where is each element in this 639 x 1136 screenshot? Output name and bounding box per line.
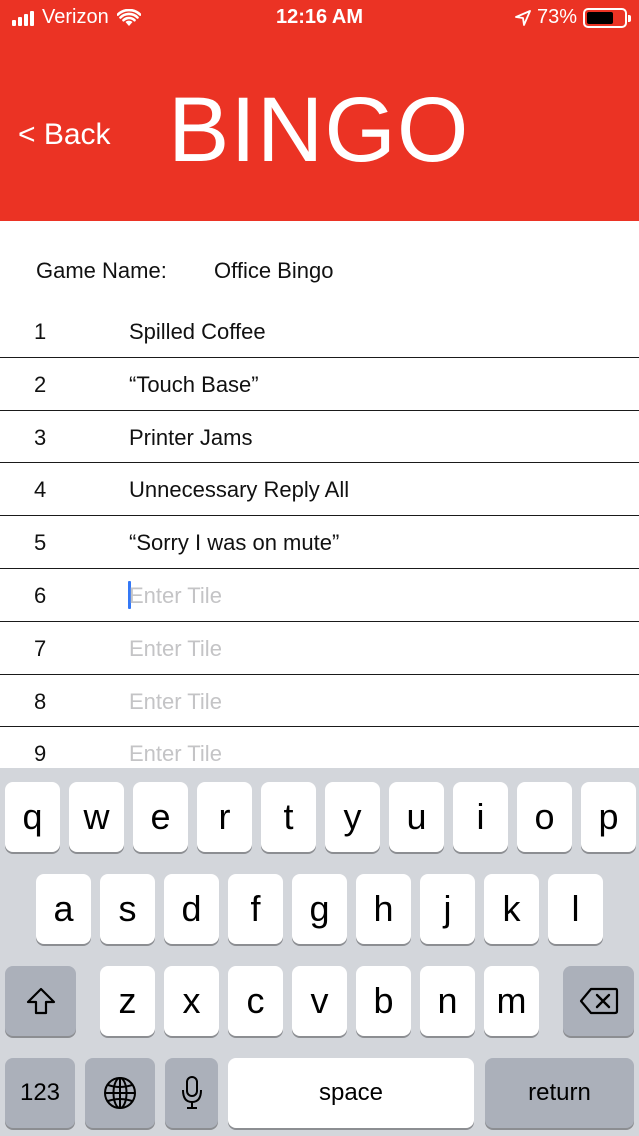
key-b[interactable]: b: [356, 966, 411, 1036]
header-bar: Verizon 12:16 AM 73% < Back BINGO: [0, 0, 639, 221]
key-t[interactable]: t: [261, 782, 316, 852]
tile-field[interactable]: Printer Jams: [129, 425, 252, 451]
shift-icon: [26, 987, 55, 1015]
key-d[interactable]: d: [164, 874, 219, 944]
tile-row-focused[interactable]: 6 Enter Tile: [0, 569, 639, 622]
battery-icon: [583, 7, 631, 28]
tile-field-placeholder[interactable]: Enter Tile: [129, 741, 222, 767]
key-x[interactable]: x: [164, 966, 219, 1036]
tile-row[interactable]: 4 Unnecessary Reply All: [0, 463, 639, 517]
key-z[interactable]: z: [100, 966, 155, 1036]
key-r[interactable]: r: [197, 782, 252, 852]
key-y[interactable]: y: [325, 782, 380, 852]
shift-key[interactable]: [5, 966, 76, 1036]
tile-number: 6: [34, 582, 47, 608]
key-p[interactable]: p: [581, 782, 636, 852]
status-bar: Verizon 12:16 AM 73%: [0, 0, 639, 36]
tile-field-placeholder[interactable]: Enter Tile: [129, 636, 222, 662]
status-right: 73%: [515, 6, 631, 29]
delete-key[interactable]: [563, 966, 634, 1036]
back-button[interactable]: < Back: [18, 118, 111, 152]
key-l[interactable]: l: [548, 874, 603, 944]
key-c[interactable]: c: [228, 966, 283, 1036]
key-s[interactable]: s: [100, 874, 155, 944]
delete-icon: [579, 987, 618, 1015]
tile-number: 5: [34, 530, 47, 556]
key-i[interactable]: i: [453, 782, 508, 852]
key-w[interactable]: w: [69, 782, 124, 852]
globe-icon: [104, 1077, 136, 1109]
battery-percent: 73%: [536, 6, 577, 28]
tile-number: 2: [34, 371, 47, 397]
tile-field[interactable]: “Touch Base”: [129, 372, 259, 398]
tile-list: 1 Spilled Coffee 2 “Touch Base” 3 Printe…: [0, 305, 639, 781]
key-u[interactable]: u: [389, 782, 444, 852]
tile-row[interactable]: 5 “Sorry I was on mute”: [0, 516, 639, 569]
game-name-label: Game Name:: [36, 258, 167, 283]
tile-number: 9: [34, 741, 47, 767]
keyboard: q w e r t y u i o p a s d f g h j k l z …: [0, 768, 639, 1136]
tile-field-placeholder[interactable]: Enter Tile: [129, 689, 222, 715]
key-o[interactable]: o: [517, 782, 572, 852]
return-key[interactable]: return: [485, 1058, 634, 1128]
key-q[interactable]: q: [5, 782, 60, 852]
tile-field[interactable]: Spilled Coffee: [129, 319, 266, 345]
key-g[interactable]: g: [292, 874, 347, 944]
key-e[interactable]: e: [133, 782, 188, 852]
tile-row[interactable]: 8 Enter Tile: [0, 675, 639, 728]
game-name-row: Game Name: Office Bingo: [36, 258, 333, 284]
battery-level: [587, 11, 614, 24]
tile-number: 3: [34, 424, 47, 450]
tile-row[interactable]: 3 Printer Jams: [0, 411, 639, 464]
key-a[interactable]: a: [36, 874, 91, 944]
tile-field[interactable]: “Sorry I was on mute”: [129, 530, 339, 556]
page-title: BINGO: [168, 79, 470, 181]
tile-number: 1: [34, 319, 47, 344]
tile-number: 8: [34, 688, 47, 714]
globe-key[interactable]: [85, 1058, 155, 1128]
key-j[interactable]: j: [420, 874, 475, 944]
space-key[interactable]: space: [228, 1058, 474, 1128]
key-m[interactable]: m: [484, 966, 539, 1036]
key-f[interactable]: f: [228, 874, 283, 944]
location-icon: [515, 9, 531, 26]
tile-field-placeholder[interactable]: Enter Tile: [129, 583, 222, 609]
tile-number: 7: [34, 635, 47, 661]
key-n[interactable]: n: [420, 966, 475, 1036]
key-k[interactable]: k: [484, 874, 539, 944]
tile-row[interactable]: 1 Spilled Coffee: [0, 305, 639, 358]
tile-row[interactable]: 7 Enter Tile: [0, 622, 639, 675]
tile-field[interactable]: Unnecessary Reply All: [129, 477, 349, 503]
numbers-key[interactable]: 123: [5, 1058, 75, 1128]
key-h[interactable]: h: [356, 874, 411, 944]
tile-row[interactable]: 2 “Touch Base”: [0, 358, 639, 411]
game-name-field[interactable]: Office Bingo: [214, 258, 333, 284]
tile-number: 4: [34, 477, 47, 503]
key-v[interactable]: v: [292, 966, 347, 1036]
dictation-key[interactable]: [165, 1058, 218, 1128]
microphone-icon: [181, 1076, 202, 1109]
